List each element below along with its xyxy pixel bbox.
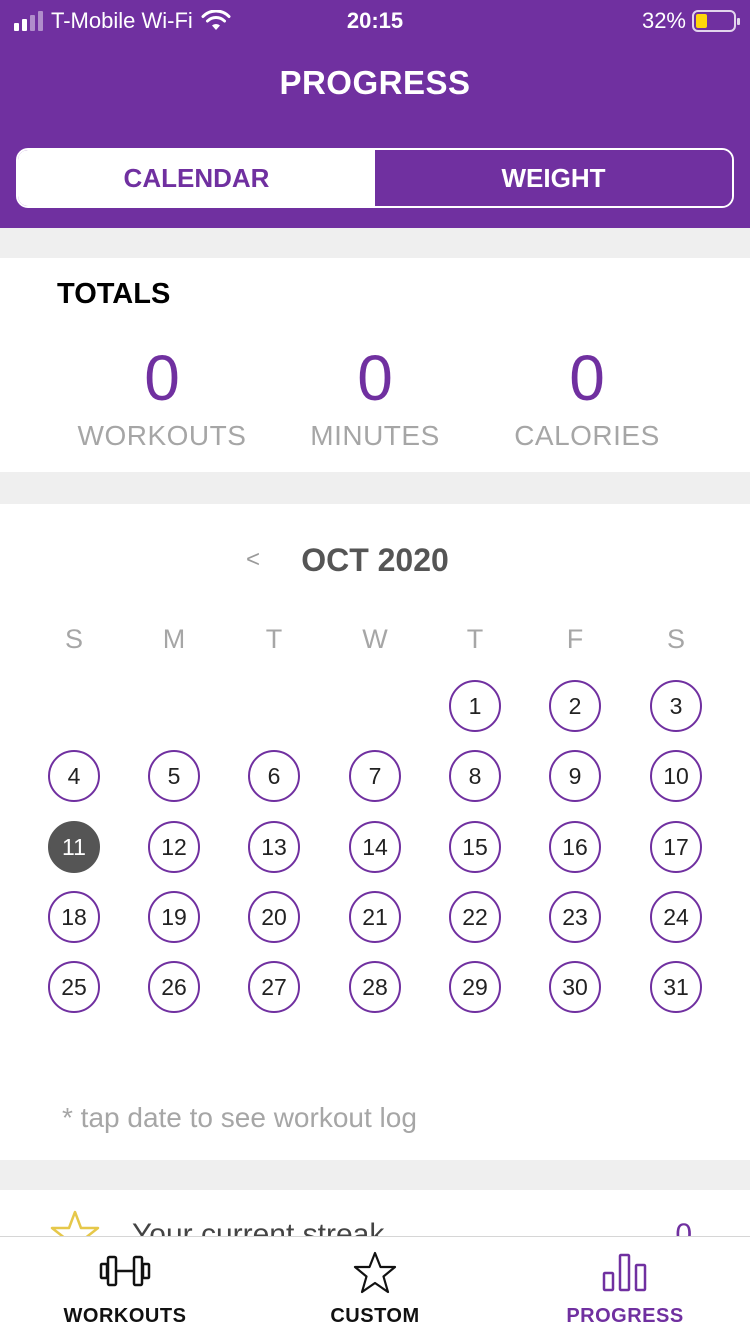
battery-percent: 32%	[641, 8, 686, 33]
calendar-day[interactable]: 20	[248, 891, 300, 943]
stat-label: WORKOUTS	[77, 420, 247, 451]
totals-card: TOTALS 0 WORKOUTS 0 MINUTES 0 CALORIES	[0, 258, 750, 472]
tab-custom[interactable]: CUSTOM	[250, 1237, 500, 1334]
tab-label: CUSTOM	[330, 1305, 420, 1327]
calendar-day[interactable]: 26	[148, 961, 200, 1013]
page-title: PROGRESS	[279, 64, 471, 101]
calendar-day[interactable]: 24	[650, 891, 702, 943]
stat-label: MINUTES	[310, 420, 440, 451]
stat-label: CALORIES	[514, 420, 660, 451]
calendar-day[interactable]: 25	[48, 961, 100, 1013]
month-label: OCT 2020	[301, 542, 449, 578]
calendar-day[interactable]: 11	[48, 821, 100, 873]
calendar-day[interactable]: 15	[449, 821, 501, 873]
calendar-day[interactable]: 18	[48, 891, 100, 943]
battery-icon	[692, 10, 740, 32]
bottom-tab-bar: WORKOUTS CUSTOM PROGRESS	[0, 1236, 750, 1334]
calendar-day[interactable]: 21	[349, 891, 401, 943]
calendar-day[interactable]: 1	[449, 680, 501, 732]
calendar-day[interactable]: 4	[48, 750, 100, 802]
status-bar: T-Mobile Wi-Fi 20:15 32%	[0, 0, 750, 40]
calendar-day[interactable]: 14	[349, 821, 401, 873]
stat-minutes: 0 MINUTES	[265, 342, 485, 452]
stat-value: 0	[357, 342, 393, 414]
calendar-day[interactable]: 19	[148, 891, 200, 943]
calendar-day[interactable]: 17	[650, 821, 702, 873]
calendar-day[interactable]: 23	[549, 891, 601, 943]
clock: 20:15	[346, 8, 404, 33]
stat-calories: 0 CALORIES	[477, 342, 697, 452]
tab-label: PROGRESS	[566, 1305, 684, 1327]
tab-label: WORKOUTS	[63, 1305, 187, 1327]
calendar-day[interactable]: 12	[148, 821, 200, 873]
dumbbell-icon	[99, 1255, 151, 1287]
weekday-label: S	[64, 624, 83, 654]
calendar-day[interactable]: 7	[349, 750, 401, 802]
calendar-day[interactable]: 29	[449, 961, 501, 1013]
weekday-label: S	[666, 624, 685, 654]
calendar-day[interactable]: 27	[248, 961, 300, 1013]
calendar-day[interactable]: 16	[549, 821, 601, 873]
hint-text: * tap date to see workout log	[62, 1102, 417, 1133]
calendar-day[interactable]: 30	[549, 961, 601, 1013]
stat-value: 0	[569, 342, 605, 414]
calendar-day[interactable]: 2	[549, 680, 601, 732]
bar-chart-icon	[602, 1253, 647, 1292]
calendar-day[interactable]: 22	[449, 891, 501, 943]
calendar-day[interactable]: 6	[248, 750, 300, 802]
totals-heading: TOTALS	[57, 278, 171, 310]
tab-weight[interactable]: WEIGHT	[375, 150, 732, 206]
calendar-card: < OCT 2020 S M T W T F S 1 2 3 4 5 6 7 8 9 10 11 12…	[0, 504, 750, 1160]
calendar-day[interactable]: 3	[650, 680, 702, 732]
calendar-day[interactable]: 13	[248, 821, 300, 873]
calendar-day[interactable]: 5	[148, 750, 200, 802]
tab-workouts[interactable]: WORKOUTS	[0, 1237, 250, 1334]
weekday-label: W	[362, 624, 388, 654]
weekday-label: T	[466, 624, 484, 654]
star-icon	[353, 1251, 397, 1294]
weekday-label: F	[566, 624, 584, 654]
calendar-day[interactable]: 10	[650, 750, 702, 802]
tab-calendar[interactable]: CALENDAR	[18, 150, 375, 206]
weekday-label: M	[162, 624, 186, 654]
calendar-day[interactable]: 31	[650, 961, 702, 1013]
segmented-control: CALENDAR WEIGHT	[16, 148, 734, 208]
calendar-day[interactable]: 9	[549, 750, 601, 802]
weekday-label: T	[265, 624, 283, 654]
stat-value: 0	[144, 342, 180, 414]
tab-progress[interactable]: PROGRESS	[500, 1237, 750, 1334]
calendar-day[interactable]: 28	[349, 961, 401, 1013]
header: T-Mobile Wi-Fi 20:15 32% PROGRESS CALEND…	[0, 0, 750, 228]
calendar-day[interactable]: 8	[449, 750, 501, 802]
stat-workouts: 0 WORKOUTS	[52, 342, 272, 452]
